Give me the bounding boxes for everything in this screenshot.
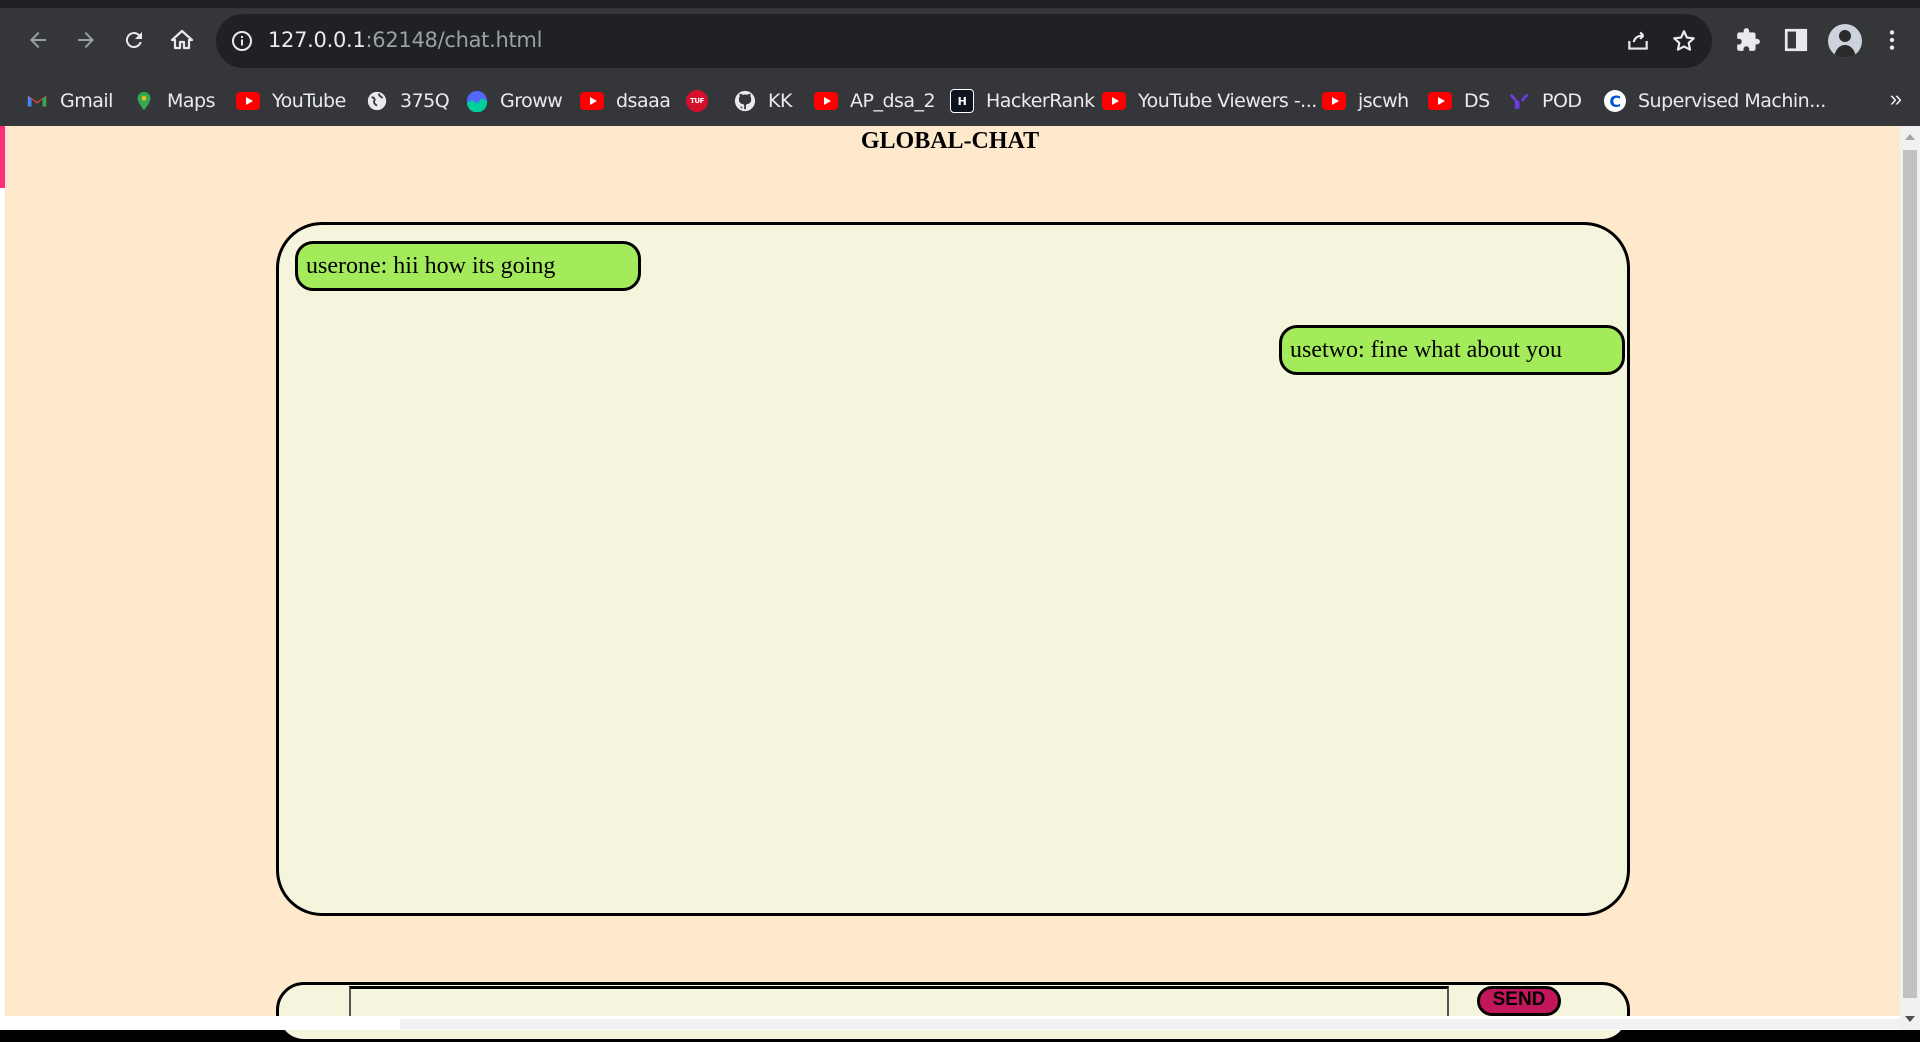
browser-toolbar: 127.0.0.1:62148/chat.html [0,8,1920,74]
youtube-icon [1322,92,1346,110]
forward-button[interactable] [68,22,104,58]
globe-icon [366,90,388,112]
arrow-right-icon [78,32,94,48]
bookmark-label: DS [1464,90,1490,112]
profile-avatar[interactable] [1828,24,1862,58]
pod-icon [1508,90,1530,112]
bookmark-kk[interactable]: KK [734,86,792,116]
tuf-icon: TUF [686,90,708,112]
bookmark-supervised-machine[interactable]: C Supervised Machin... [1604,86,1826,116]
info-icon[interactable] [230,29,254,53]
reload-button[interactable] [116,22,152,58]
horizontal-scrollbar[interactable] [0,1016,1900,1030]
scroll-up-arrow-icon[interactable] [1905,134,1915,140]
bookmark-star-button[interactable] [1670,27,1698,55]
bookmark-label: YouTube [272,90,346,112]
bookmark-label: Gmail [60,90,113,112]
bookmark-ds[interactable]: DS [1428,86,1490,116]
page-viewport: GLOBAL-CHAT userone: hii how its going u… [0,126,1920,1042]
chat-messages-box: userone: hii how its going usetwo: fine … [276,222,1630,916]
browser-chrome: 127.0.0.1:62148/chat.html Gmail Maps You… [0,0,1920,127]
youtube-icon [236,92,260,110]
bookmark-label: Maps [167,90,216,112]
horizontal-scrollbar-thumb[interactable] [400,1019,1900,1029]
bookmark-maps[interactable]: Maps [133,86,216,116]
bookmark-pod[interactable]: POD [1508,86,1582,116]
bookmark-label: AP_dsa_2 [850,90,936,112]
menu-button[interactable] [1876,24,1908,56]
star-icon [1673,30,1695,51]
message-input-bar: SEND [276,982,1630,1042]
url-path: :62148/chat.html [365,28,543,52]
url-text: 127.0.0.1:62148/chat.html [268,28,542,52]
url-host: 127.0.0.1 [268,28,366,52]
kebab-menu-icon [1889,30,1895,50]
side-panel-icon [1784,28,1808,52]
back-button[interactable] [20,22,56,58]
tab-strip [0,0,1920,8]
maps-icon [133,90,155,112]
page-title: GLOBAL-CHAT [860,128,1040,154]
github-icon [734,90,756,112]
bookmark-ap-dsa-2[interactable]: AP_dsa_2 [814,86,936,116]
youtube-icon [1428,92,1452,110]
bookmark-tuf[interactable]: TUF [686,86,708,116]
bookmarks-bar: Gmail Maps YouTube 375Q Groww dsaaa TUF … [0,76,1920,127]
bookmark-label: 375Q [400,90,450,112]
share-icon [1628,31,1648,50]
youtube-icon [1102,92,1126,110]
bookmark-label: KK [768,90,792,112]
bookmark-groww[interactable]: Groww [466,86,563,116]
chat-message-right: usetwo: fine what about you [1279,325,1625,375]
home-icon [170,29,194,50]
scroll-down-arrow-icon[interactable] [1905,1016,1915,1022]
bookmark-gmail[interactable]: Gmail [26,86,113,116]
chat-message-left: userone: hii how its going [295,241,641,291]
coursera-icon: C [1604,90,1626,112]
hackerrank-icon: H [950,89,974,113]
avatar-icon [1834,30,1856,58]
left-strip [0,188,5,1030]
bookmark-youtube-viewers[interactable]: YouTube Viewers -... [1102,86,1317,116]
vertical-scrollbar[interactable] [1900,126,1920,1030]
bookmark-label: Groww [500,90,563,112]
side-panel-button[interactable] [1780,24,1812,56]
bookmark-dsaaa[interactable]: dsaaa [580,86,671,116]
more-bookmarks-button[interactable]: » [1890,86,1902,112]
bookmark-label: dsaaa [616,90,671,112]
scrollbar-thumb[interactable] [1903,150,1917,998]
bookmark-label: HackerRank [986,90,1095,112]
home-button[interactable] [164,22,200,58]
reload-icon [125,32,142,49]
bookmark-jscwh[interactable]: jscwh [1322,86,1409,116]
youtube-icon [814,92,838,110]
puzzle-icon [1737,28,1760,51]
gmail-icon [26,90,48,112]
bookmark-label: YouTube Viewers -... [1138,90,1317,112]
bookmark-hackerrank[interactable]: H HackerRank [950,86,1095,116]
groww-icon [466,90,488,112]
send-button[interactable]: SEND [1477,986,1561,1016]
bookmark-youtube[interactable]: YouTube [236,86,346,116]
share-button[interactable] [1624,27,1652,55]
message-input[interactable] [349,986,1449,1018]
arrow-left-icon [30,32,46,48]
address-bar[interactable]: 127.0.0.1:62148/chat.html [216,14,1712,68]
bookmark-label: Supervised Machin... [1638,90,1826,112]
bookmark-label: jscwh [1358,90,1409,112]
youtube-icon [580,92,604,110]
bookmark-label: POD [1542,90,1582,112]
bookmark-375q[interactable]: 375Q [366,86,450,116]
extensions-button[interactable] [1732,24,1764,56]
